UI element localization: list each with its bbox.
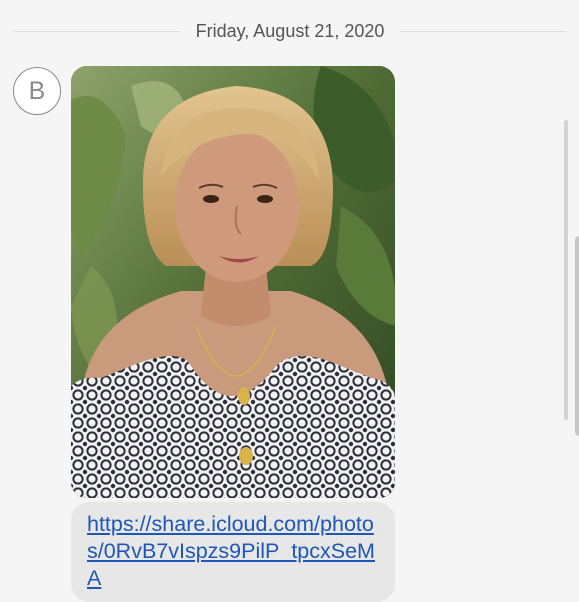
- date-divider-right: [400, 30, 567, 32]
- image-message[interactable]: [71, 66, 395, 498]
- scrollbar[interactable]: [564, 120, 568, 420]
- date-separator: Friday, August 21, 2020: [14, 14, 567, 48]
- sender-initial: B: [28, 76, 46, 105]
- edge-panel-handle[interactable]: [575, 236, 579, 436]
- portrait-photo: [71, 66, 395, 498]
- link-message[interactable]: https://share.icloud.com/photos/0RvB7vIs…: [71, 502, 395, 602]
- sender-avatar[interactable]: B: [13, 67, 61, 115]
- date-divider-left: [14, 30, 180, 32]
- date-header: Friday, August 21, 2020: [195, 20, 385, 41]
